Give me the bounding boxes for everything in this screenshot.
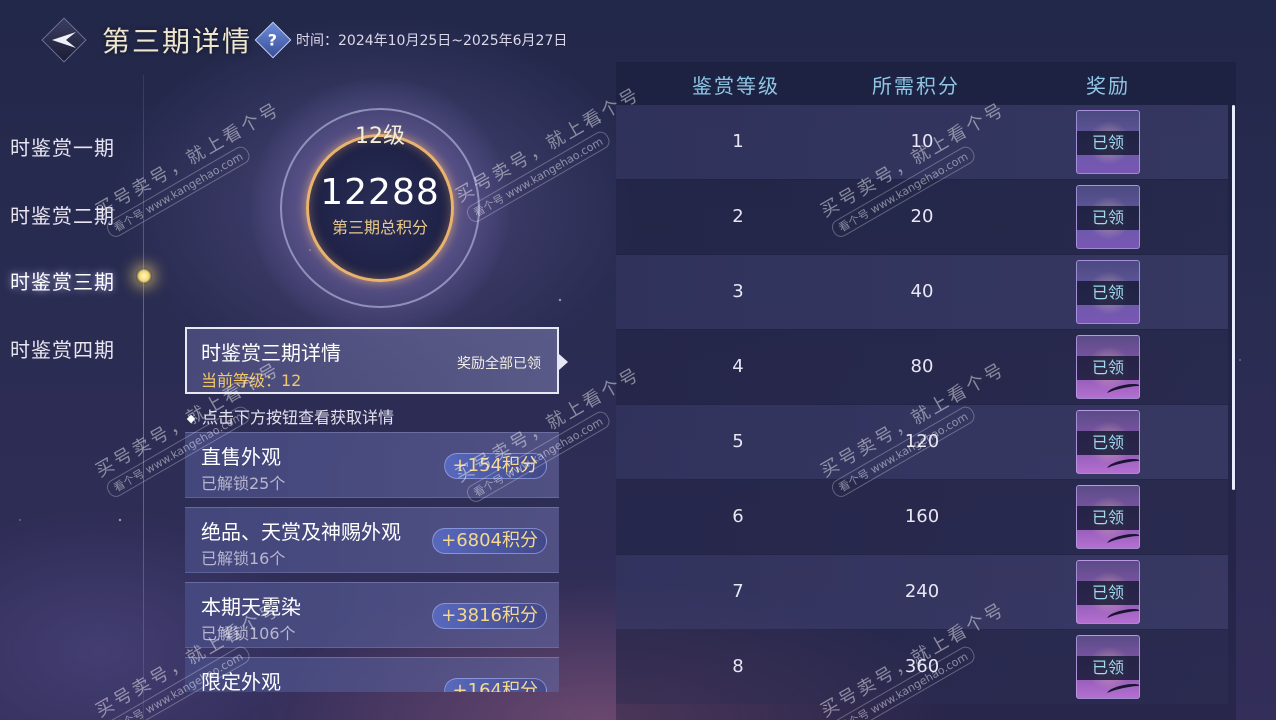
table-row: 1 10 已领 bbox=[616, 105, 1228, 179]
reward-item[interactable]: 已领 bbox=[1076, 110, 1140, 174]
table-row: 6 160 已领 bbox=[616, 480, 1228, 554]
sidebar-divider bbox=[143, 75, 144, 720]
sidebar-item-period-1[interactable]: 时鉴赏一期 bbox=[10, 132, 115, 161]
category-points: +3816积分 bbox=[432, 603, 547, 629]
table-row: 2 20 已领 bbox=[616, 180, 1228, 254]
bullet-icon bbox=[186, 414, 196, 423]
category-title: 直售外观 bbox=[201, 445, 281, 469]
category-limited[interactable]: 限定外观 +164积分 bbox=[185, 657, 559, 692]
reward-table: 鉴赏等级 所需积分 奖励 1 10 已领 2 20 已领 3 40 已领 4 8… bbox=[616, 62, 1236, 720]
row-points: 20 bbox=[910, 206, 934, 227]
category-points: +164积分 bbox=[443, 678, 547, 692]
sidebar-item-period-3[interactable]: 时鉴赏三期 bbox=[10, 266, 115, 295]
category-points: +6804积分 bbox=[432, 528, 547, 554]
current-level-badge: 12级 bbox=[355, 124, 405, 149]
row-points: 10 bbox=[910, 131, 934, 152]
row-level: 2 bbox=[732, 206, 744, 227]
claimed-badge: 已领 bbox=[1077, 356, 1139, 380]
table-row: 5 120 已领 bbox=[616, 405, 1228, 479]
reward-item[interactable]: 已领 bbox=[1076, 335, 1140, 399]
table-row: 3 40 已领 bbox=[616, 255, 1228, 329]
row-level: 3 bbox=[732, 281, 744, 302]
table-scrollbar[interactable] bbox=[1232, 105, 1235, 490]
event-time-range: 时间：2024年10月25日~2025年6月27日 bbox=[296, 33, 568, 49]
category-title: 绝品、天赏及神赐外观 bbox=[201, 520, 401, 544]
row-points: 360 bbox=[904, 656, 940, 677]
claimed-badge: 已领 bbox=[1077, 206, 1139, 230]
claimed-badge: 已领 bbox=[1077, 281, 1139, 305]
category-unlocked: 已解锁25个 bbox=[201, 474, 286, 493]
table-row: 7 240 已领 bbox=[616, 555, 1228, 629]
header-points: 所需积分 bbox=[872, 74, 960, 98]
table-row: 4 80 已领 bbox=[616, 330, 1228, 404]
back-button[interactable] bbox=[40, 16, 88, 64]
row-level: 4 bbox=[732, 356, 744, 377]
row-points: 240 bbox=[904, 581, 940, 602]
watermark-url: 看个号 www.kangehao.com bbox=[104, 143, 253, 240]
total-score-label: 第三期总积分 bbox=[331, 218, 428, 237]
category-unlocked: 已解锁106个 bbox=[201, 624, 296, 643]
reward-item[interactable]: 已领 bbox=[1076, 185, 1140, 249]
category-dye[interactable]: 本期天霓染 已解锁106个 +3816积分 bbox=[185, 582, 559, 648]
reward-item[interactable]: 已领 bbox=[1076, 560, 1140, 624]
reward-item[interactable]: 已领 bbox=[1076, 410, 1140, 474]
total-score-value: 12288 bbox=[320, 172, 440, 213]
reward-item[interactable]: 已领 bbox=[1076, 260, 1140, 324]
category-list[interactable]: 直售外观 已解锁25个 +154积分 绝品、天赏及神赐外观 已解锁16个 +68… bbox=[185, 432, 559, 692]
row-points: 120 bbox=[904, 431, 940, 452]
reward-item[interactable]: 已领 bbox=[1076, 485, 1140, 549]
hint-label: 点击下方按钮查看获取详情 bbox=[202, 408, 395, 427]
claimed-badge: 已领 bbox=[1077, 431, 1139, 455]
reward-status: 奖励全部已领 bbox=[457, 356, 541, 372]
period-current-level: 当前等级：12 bbox=[201, 371, 302, 390]
page-header: 第三期详情 ? 时间：2024年10月25日~2025年6月27日 bbox=[40, 16, 567, 64]
row-points: 40 bbox=[910, 281, 934, 302]
pointer-arrow-icon bbox=[559, 354, 568, 370]
row-level: 7 bbox=[732, 581, 744, 602]
claimed-badge: 已领 bbox=[1077, 581, 1139, 605]
table-row: 8 360 已领 bbox=[616, 630, 1228, 704]
category-points: +154积分 bbox=[443, 453, 547, 479]
active-indicator-icon bbox=[136, 268, 152, 284]
question-icon[interactable]: ? bbox=[254, 21, 292, 59]
period-detail-title: 时鉴赏三期详情 bbox=[201, 341, 341, 365]
claimed-badge: 已领 bbox=[1077, 656, 1139, 680]
row-level: 1 bbox=[732, 131, 744, 152]
claimed-badge: 已领 bbox=[1077, 506, 1139, 530]
row-level: 6 bbox=[732, 506, 744, 527]
hint-text: 点击下方按钮查看获取详情 bbox=[186, 404, 395, 428]
row-points: 80 bbox=[910, 356, 934, 377]
reward-item[interactable]: 已领 bbox=[1076, 635, 1140, 699]
period-detail-card[interactable]: 时鉴赏三期详情 当前等级：12 奖励全部已领 bbox=[185, 327, 568, 394]
category-title: 限定外观 bbox=[201, 670, 281, 692]
category-unlocked: 已解锁16个 bbox=[201, 549, 286, 568]
claimed-badge: 已领 bbox=[1077, 131, 1139, 155]
category-title: 本期天霓染 bbox=[201, 595, 301, 619]
header-reward: 奖励 bbox=[1086, 74, 1130, 98]
sidebar-item-period-2[interactable]: 时鉴赏二期 bbox=[10, 200, 115, 229]
total-score-ring: 12级 12288 第三期总积分 bbox=[250, 78, 510, 338]
row-level: 8 bbox=[732, 656, 744, 677]
row-level: 5 bbox=[732, 431, 744, 452]
back-arrow-icon bbox=[52, 32, 76, 48]
row-points: 160 bbox=[904, 506, 940, 527]
category-direct-sale[interactable]: 直售外观 已解锁25个 +154积分 bbox=[185, 432, 559, 498]
page-title: 第三期详情 bbox=[102, 25, 253, 58]
sidebar-item-period-4[interactable]: 时鉴赏四期 bbox=[10, 334, 115, 363]
header-level: 鉴赏等级 bbox=[692, 74, 780, 98]
category-premium[interactable]: 绝品、天赏及神赐外观 已解锁16个 +6804积分 bbox=[185, 507, 559, 573]
